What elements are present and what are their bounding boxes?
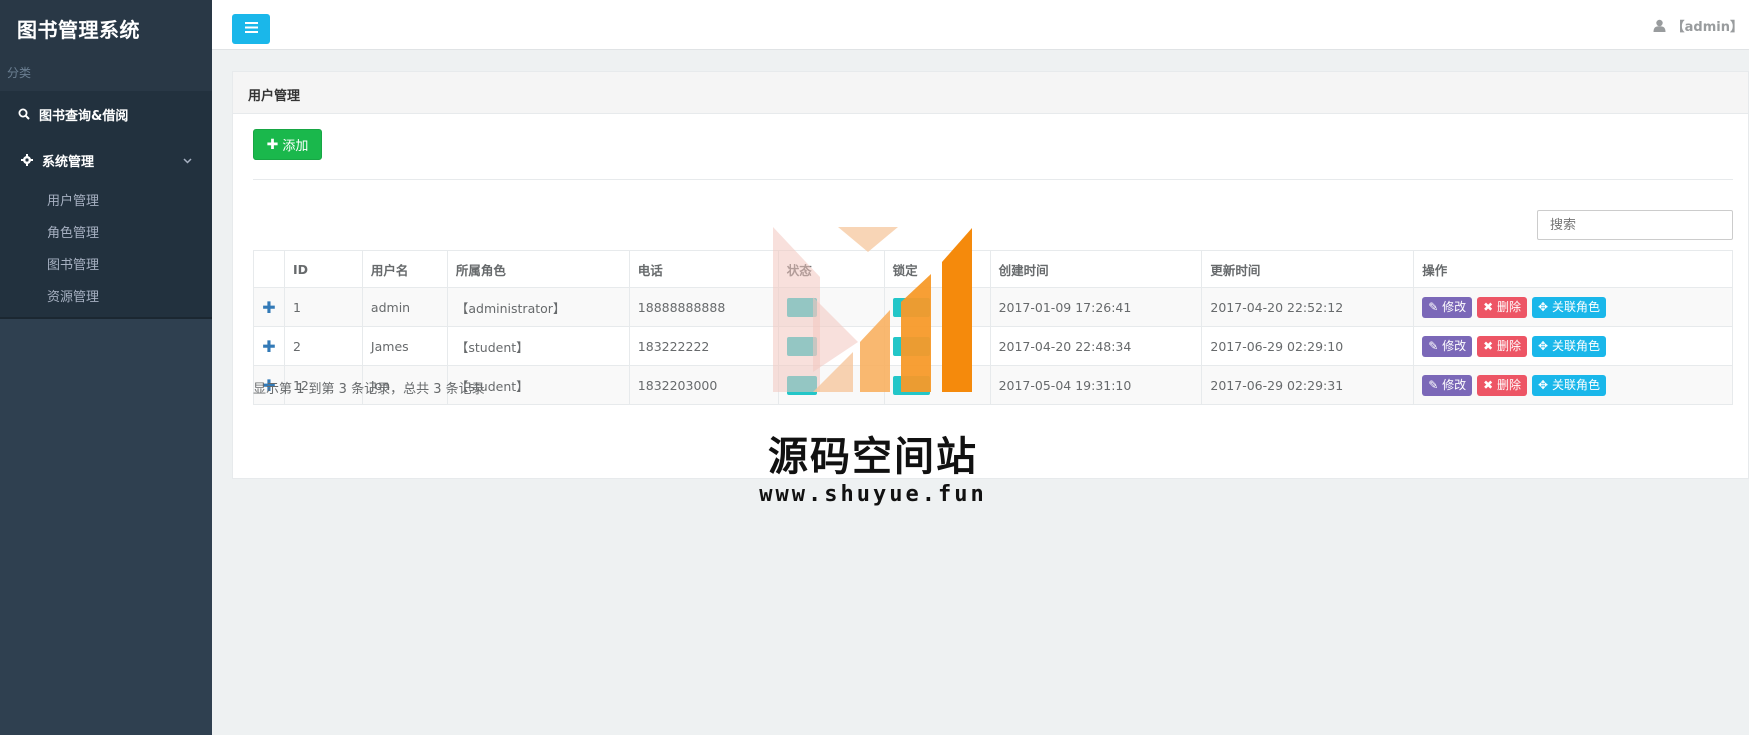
close-icon: ✖ — [1483, 338, 1494, 353]
add-button-label: 添加 — [282, 139, 309, 154]
col-id[interactable]: ID — [283, 250, 363, 288]
col-actions: 操作 — [1413, 250, 1733, 288]
cell-username: James — [361, 326, 448, 366]
sidebar-item-book-search[interactable]: 图书查询&借阅 — [0, 91, 212, 137]
cell-id: 1 — [283, 287, 363, 327]
app-title[interactable]: 图书管理系统 — [17, 14, 212, 43]
edit-button[interactable]: ✎ 修改 — [1422, 374, 1473, 396]
link-role-label: 关联角色 — [1551, 299, 1600, 314]
sidebar-item-user-management[interactable]: 用户管理 — [0, 183, 212, 215]
cell-actions: ✎ 修改 ✖ 删除 ✥ 关联角色 — [1413, 365, 1733, 405]
divider — [253, 179, 1733, 180]
edit-icon: ✎ — [1428, 377, 1439, 392]
menu-toggle-button[interactable] — [232, 14, 270, 44]
sidebar-item-label: 系统管理 — [42, 154, 95, 170]
cell-username: admin — [361, 287, 448, 327]
user-label: 【admin】 — [1671, 20, 1743, 35]
sidebar-category-label: 分类 — [0, 56, 212, 91]
sidebar-item-book-management[interactable]: 图书管理 — [0, 247, 212, 279]
expand-row-icon[interactable]: ✚ — [258, 337, 280, 356]
delete-label: 删除 — [1497, 377, 1522, 392]
pagination-info: 显示第 1 到第 3 条记录，总共 3 条记录 — [253, 382, 485, 397]
col-created[interactable]: 创建时间 — [989, 250, 1203, 288]
link-role-label: 关联角色 — [1551, 377, 1600, 392]
gear-icon — [20, 154, 34, 166]
move-icon: ✥ — [1538, 338, 1549, 353]
col-updated[interactable]: 更新时间 — [1201, 250, 1415, 288]
sidebar: 图书管理系统 分类 图书查询&借阅 系统管理 用户管理 角色管理 图书管理 资源… — [0, 0, 212, 735]
watermark-logo — [773, 227, 972, 392]
delete-button[interactable]: ✖ 删除 — [1477, 335, 1528, 357]
cell-updated: 2017-06-29 02:29:10 — [1201, 326, 1415, 366]
bars-icon — [244, 21, 258, 37]
table-row: ✚ 2 James 【student】 183222222 2017-04-20… — [253, 326, 1733, 366]
cell-phone: 18888888888 — [628, 287, 779, 327]
cell-updated: 2017-04-20 22:52:12 — [1201, 287, 1415, 327]
cell-role: 【student】 — [446, 326, 630, 366]
cell-actions: ✎ 修改 ✖ 删除 ✥ 关联角色 — [1413, 326, 1733, 366]
cell-created: 2017-05-04 19:31:10 — [989, 365, 1203, 405]
move-icon: ✥ — [1538, 299, 1549, 314]
delete-button[interactable]: ✖ 删除 — [1477, 296, 1528, 318]
plus-icon: ✚ — [266, 136, 279, 153]
link-role-button[interactable]: ✥ 关联角色 — [1532, 296, 1606, 318]
user-management-panel: 用户管理 ✚ 添加 ID 用户名 所属角色 电话 状态 锁定 创建时间 更新时间… — [232, 71, 1749, 479]
search-icon — [17, 108, 31, 120]
edit-icon: ✎ — [1428, 338, 1439, 353]
col-phone[interactable]: 电话 — [628, 250, 779, 288]
chevron-down-icon — [183, 153, 192, 168]
panel-title: 用户管理 — [233, 72, 1748, 114]
delete-label: 删除 — [1497, 299, 1522, 314]
edit-button[interactable]: ✎ 修改 — [1422, 335, 1473, 357]
sidebar-item-role-management[interactable]: 角色管理 — [0, 215, 212, 247]
watermark-title: 源码空间站 — [768, 434, 978, 480]
user-menu[interactable]: 【admin】 — [1653, 16, 1743, 35]
cell-updated: 2017-06-29 02:29:31 — [1201, 365, 1415, 405]
edit-label: 修改 — [1442, 338, 1467, 353]
edit-icon: ✎ — [1428, 299, 1439, 314]
expand-row-icon[interactable]: ✚ — [258, 298, 280, 317]
user-icon — [1653, 19, 1666, 32]
sidebar-item-system[interactable]: 系统管理 — [0, 137, 212, 183]
close-icon: ✖ — [1483, 377, 1494, 392]
cell-phone: 183222222 — [628, 326, 779, 366]
table-header: ID 用户名 所属角色 电话 状态 锁定 创建时间 更新时间 操作 — [253, 250, 1733, 288]
delete-button[interactable]: ✖ 删除 — [1477, 374, 1528, 396]
add-button[interactable]: ✚ 添加 — [253, 129, 322, 160]
cell-created: 2017-01-09 17:26:41 — [989, 287, 1203, 327]
table-row: ✚ 1 admin 【administrator】 18888888888 20… — [253, 287, 1733, 327]
link-role-label: 关联角色 — [1551, 338, 1600, 353]
cell-id: 2 — [283, 326, 363, 366]
sidebar-item-label: 图书查询&借阅 — [39, 108, 129, 124]
topbar: 【admin】 — [212, 0, 1749, 50]
edit-label: 修改 — [1442, 299, 1467, 314]
search-input[interactable] — [1537, 210, 1733, 240]
cell-actions: ✎ 修改 ✖ 删除 ✥ 关联角色 — [1413, 287, 1733, 327]
col-role[interactable]: 所属角色 — [446, 250, 630, 288]
cell-role: 【administrator】 — [446, 287, 630, 327]
sidebar-item-resource-management[interactable]: 资源管理 — [0, 279, 212, 311]
link-role-button[interactable]: ✥ 关联角色 — [1532, 374, 1606, 396]
brand: 图书管理系统 — [0, 0, 212, 56]
edit-button[interactable]: ✎ 修改 — [1422, 296, 1473, 318]
delete-label: 删除 — [1497, 338, 1522, 353]
cell-phone: 1832203000 — [628, 365, 779, 405]
edit-label: 修改 — [1442, 377, 1467, 392]
col-username[interactable]: 用户名 — [361, 250, 448, 288]
cell-created: 2017-04-20 22:48:34 — [989, 326, 1203, 366]
col-expand — [253, 250, 285, 288]
sidebar-menu: 图书查询&借阅 系统管理 用户管理 角色管理 图书管理 资源管理 — [0, 91, 212, 319]
move-icon: ✥ — [1538, 377, 1549, 392]
watermark-url: www.shuyue.fun — [759, 482, 987, 507]
close-icon: ✖ — [1483, 299, 1494, 314]
link-role-button[interactable]: ✥ 关联角色 — [1532, 335, 1606, 357]
